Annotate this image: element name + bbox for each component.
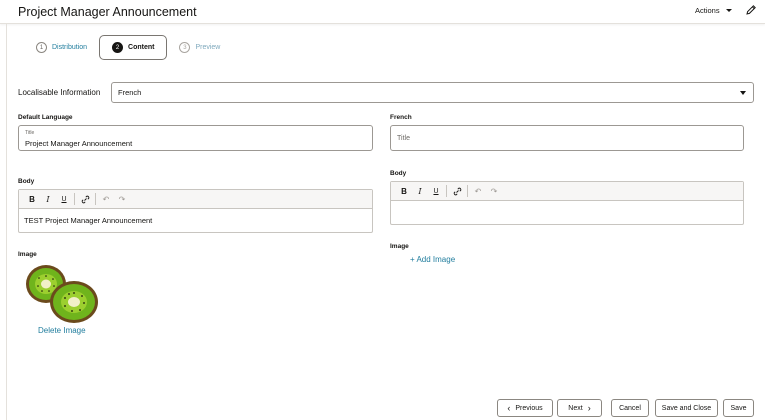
redo-icon[interactable]: ↷: [114, 192, 130, 206]
undo-icon[interactable]: ↶: [470, 184, 486, 198]
french-image-label: Image: [390, 243, 409, 250]
editor-toolbar: B I U ↶ ↷: [19, 190, 372, 209]
localisable-info-label: Localisable Information: [18, 88, 101, 97]
previous-label: Previous: [515, 404, 543, 412]
step-label: Preview: [195, 44, 221, 51]
default-image-label: Image: [18, 251, 37, 258]
save-and-close-button[interactable]: Save and Close: [655, 399, 718, 417]
underline-icon[interactable]: U: [428, 184, 444, 198]
cancel-button[interactable]: Cancel: [611, 399, 649, 417]
default-body-label: Body: [18, 178, 35, 185]
step-number: 2: [112, 42, 124, 53]
bold-icon[interactable]: B: [24, 192, 40, 206]
french-label: French: [390, 114, 412, 121]
actions-label: Actions: [695, 6, 720, 15]
link-icon[interactable]: [449, 184, 465, 198]
save-label: Save: [730, 404, 747, 412]
delete-image-link[interactable]: Delete Image: [38, 326, 86, 335]
bold-icon[interactable]: B: [396, 184, 412, 198]
step-number: 1: [36, 42, 47, 53]
italic-icon[interactable]: I: [40, 192, 56, 206]
link-icon[interactable]: [77, 192, 93, 206]
actions-menu-button[interactable]: Actions: [695, 6, 732, 15]
body-editor-content[interactable]: TEST Project Manager Announcement: [19, 209, 372, 232]
kiwi-image: [26, 265, 98, 323]
chevron-down-icon: [740, 91, 746, 95]
next-button[interactable]: Next ›: [557, 399, 602, 417]
previous-button[interactable]: ‹ Previous: [497, 399, 553, 417]
chevron-right-icon: ›: [587, 402, 591, 413]
localisable-info-select[interactable]: French: [111, 82, 754, 103]
chevron-left-icon: ‹: [507, 402, 511, 413]
undo-icon[interactable]: ↶: [98, 192, 114, 206]
redo-icon[interactable]: ↷: [486, 184, 502, 198]
default-title-field[interactable]: Title Project Manager Announcement: [18, 125, 373, 151]
french-title-field[interactable]: Title: [390, 125, 744, 151]
add-image-link[interactable]: + Add Image: [410, 255, 455, 264]
next-label: Next: [568, 404, 583, 412]
step-label: Distribution: [52, 44, 88, 51]
save-and-close-label: Save and Close: [661, 404, 712, 412]
pencil-icon[interactable]: [745, 4, 757, 16]
left-divider: [6, 24, 7, 420]
save-button[interactable]: Save: [723, 399, 754, 417]
step-train: 1 Distribution 2 Content 3 Preview: [24, 35, 232, 60]
italic-icon[interactable]: I: [412, 184, 428, 198]
default-language-label: Default Language: [18, 114, 73, 121]
toolbar-divider: [95, 193, 96, 205]
toolbar-divider: [74, 193, 75, 205]
title-field-label: Title: [25, 130, 35, 136]
toolbar-divider: [446, 185, 447, 197]
cancel-label: Cancel: [619, 404, 641, 412]
underline-icon[interactable]: U: [56, 192, 72, 206]
step-label: Content: [128, 44, 155, 51]
french-body-editor[interactable]: B I U ↶ ↷: [390, 181, 744, 225]
step-content[interactable]: 2 Content: [99, 35, 168, 60]
default-body-editor[interactable]: B I U ↶ ↷ TEST Project Manager Announcem…: [18, 189, 373, 233]
editor-toolbar: B I U ↶ ↷: [391, 182, 743, 201]
step-preview[interactable]: 3 Preview: [167, 35, 232, 60]
step-number: 3: [179, 42, 191, 53]
page-title: Project Manager Announcement: [18, 5, 197, 19]
title-placeholder: Title: [397, 135, 410, 142]
french-body-label: Body: [390, 170, 407, 177]
localisable-selected-value: French: [118, 88, 142, 97]
page-header: Project Manager Announcement Actions: [0, 0, 765, 24]
title-field-value: Project Manager Announcement: [25, 139, 133, 148]
caret-down-icon: [725, 9, 732, 12]
body-editor-content[interactable]: [391, 201, 743, 215]
step-distribution[interactable]: 1 Distribution: [24, 35, 99, 60]
toolbar-divider: [467, 185, 468, 197]
